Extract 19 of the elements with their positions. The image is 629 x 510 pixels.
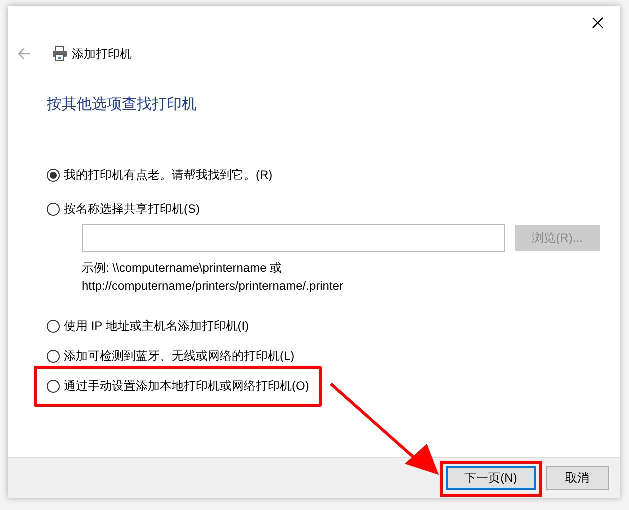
radio-option[interactable]: 使用 IP 地址或主机名添加打印机(I) bbox=[47, 315, 250, 337]
cancel-button[interactable]: 取消 bbox=[546, 466, 609, 490]
radio-button[interactable] bbox=[47, 168, 60, 182]
printer-icon bbox=[52, 46, 68, 62]
radio-button[interactable] bbox=[47, 202, 60, 216]
radio-button[interactable] bbox=[47, 380, 60, 392]
printer-name-field[interactable] bbox=[82, 224, 505, 252]
window-title: 添加打印机 bbox=[72, 46, 132, 62]
radio-button[interactable] bbox=[47, 350, 60, 362]
radio-option[interactable]: 通过手动设置添加本地打印机或网络打印机(O) bbox=[47, 375, 310, 397]
example-text: 示例: \\computername\printername 或 bbox=[82, 260, 284, 277]
example-text: http://computername/printers/printername/.printer bbox=[82, 278, 344, 295]
radio-option[interactable]: 我的打印机有点老。请帮我找到它。(R) bbox=[47, 164, 273, 186]
radio-option[interactable]: 按名称选择共享打印机(S) bbox=[47, 198, 200, 220]
next-button[interactable]: 下一页(N) bbox=[446, 466, 536, 490]
close-icon bbox=[592, 17, 604, 29]
radio-option[interactable]: 添加可检测到蓝牙、无线或网络的打印机(L) bbox=[47, 345, 295, 367]
page-heading: 按其他选项查找打印机 bbox=[47, 95, 198, 114]
radio-button[interactable] bbox=[47, 320, 60, 332]
